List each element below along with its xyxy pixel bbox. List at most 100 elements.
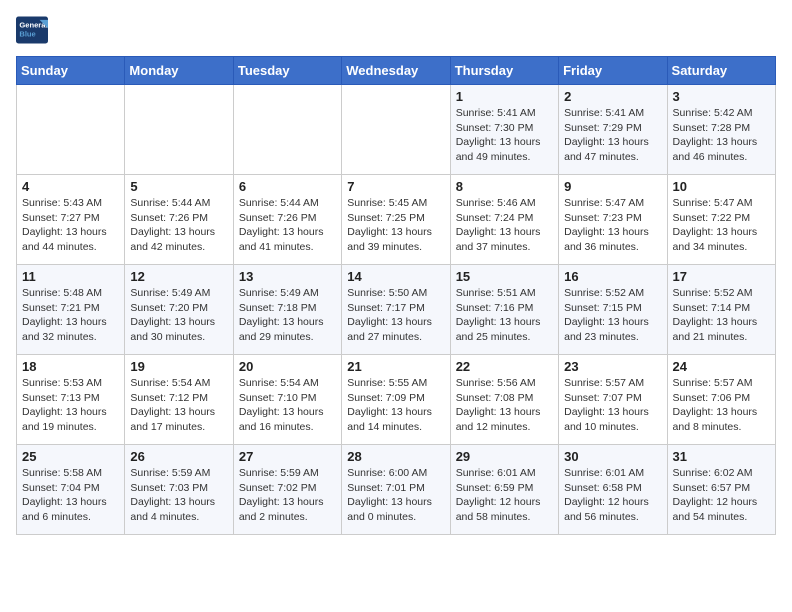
calendar-cell: 12 Sunrise: 5:49 AMSunset: 7:20 PMDayligh… (125, 265, 233, 355)
day-number: 14 (347, 269, 444, 284)
calendar-cell: 13Sunrise: 5:49 AMSunset: 7:18 PMDayligh… (233, 265, 341, 355)
calendar-cell: 6 Sunrise: 5:44 AMSunset: 7:26 PMDaylight… (233, 175, 341, 265)
day-info: Sunrise: 5:47 AMSunset: 7:22 PMDaylight:… (673, 196, 770, 255)
calendar-cell: 22 Sunrise: 5:56 AMSunset: 7:08 PMDayligh… (450, 355, 558, 445)
day-info: Sunrise: 5:46 AMSunset: 7:24 PMDaylight:… (456, 196, 553, 255)
weekday-header: Friday (559, 57, 667, 85)
day-info: Sunrise: 5:44 AMSunset: 7:26 PMDaylight:… (130, 196, 227, 255)
day-info: Sunrise: 5:41 AMSunset: 7:30 PMDaylight:… (456, 106, 553, 165)
day-number: 31 (673, 449, 770, 464)
day-info: Sunrise: 5:55 AMSunset: 7:09 PMDaylight:… (347, 376, 444, 435)
day-number: 13 (239, 269, 336, 284)
calendar-cell (125, 85, 233, 175)
day-info: Sunrise: 5:54 AMSunset: 7:12 PMDaylight:… (130, 376, 227, 435)
day-info: Sunrise: 5:57 AMSunset: 7:06 PMDaylight:… (673, 376, 770, 435)
day-info: Sunrise: 5:56 AMSunset: 7:08 PMDaylight:… (456, 376, 553, 435)
day-number: 29 (456, 449, 553, 464)
calendar-header: SundayMondayTuesdayWednesdayThursdayFrid… (17, 57, 776, 85)
day-info: Sunrise: 5:44 AMSunset: 7:26 PMDaylight:… (239, 196, 336, 255)
day-number: 8 (456, 179, 553, 194)
day-number: 4 (22, 179, 119, 194)
day-info: Sunrise: 5:48 AMSunset: 7:21 PMDaylight:… (22, 286, 119, 345)
calendar-week-row: 1 Sunrise: 5:41 AMSunset: 7:30 PMDaylight… (17, 85, 776, 175)
weekday-header: Saturday (667, 57, 775, 85)
calendar-body: 1 Sunrise: 5:41 AMSunset: 7:30 PMDaylight… (17, 85, 776, 535)
calendar-cell: 18 Sunrise: 5:53 AMSunset: 7:13 PMDayligh… (17, 355, 125, 445)
day-info: Sunrise: 5:42 AMSunset: 7:28 PMDaylight:… (673, 106, 770, 165)
calendar-cell: 17 Sunrise: 5:52 AMSunset: 7:14 PMDayligh… (667, 265, 775, 355)
day-number: 17 (673, 269, 770, 284)
day-info: Sunrise: 5:58 AMSunset: 7:04 PMDaylight:… (22, 466, 119, 525)
day-info: Sunrise: 5:59 AMSunset: 7:02 PMDaylight:… (239, 466, 336, 525)
calendar-cell: 14 Sunrise: 5:50 AMSunset: 7:17 PMDayligh… (342, 265, 450, 355)
calendar-week-row: 18 Sunrise: 5:53 AMSunset: 7:13 PMDayligh… (17, 355, 776, 445)
calendar-cell: 21 Sunrise: 5:55 AMSunset: 7:09 PMDayligh… (342, 355, 450, 445)
day-number: 12 (130, 269, 227, 284)
calendar-cell: 24 Sunrise: 5:57 AMSunset: 7:06 PMDayligh… (667, 355, 775, 445)
calendar-cell: 1 Sunrise: 5:41 AMSunset: 7:30 PMDaylight… (450, 85, 558, 175)
calendar-cell: 28Sunrise: 6:00 AMSunset: 7:01 PMDayligh… (342, 445, 450, 535)
day-number: 15 (456, 269, 553, 284)
day-number: 27 (239, 449, 336, 464)
day-info: Sunrise: 5:57 AMSunset: 7:07 PMDaylight:… (564, 376, 661, 435)
day-info: Sunrise: 5:52 AMSunset: 7:14 PMDaylight:… (673, 286, 770, 345)
calendar-cell: 4 Sunrise: 5:43 AMSunset: 7:27 PMDaylight… (17, 175, 125, 265)
calendar-table: SundayMondayTuesdayWednesdayThursdayFrid… (16, 56, 776, 535)
day-number: 11 (22, 269, 119, 284)
day-info: Sunrise: 6:02 AMSunset: 6:57 PMDaylight:… (673, 466, 770, 525)
logo: General Blue (16, 16, 48, 44)
day-info: Sunrise: 5:51 AMSunset: 7:16 PMDaylight:… (456, 286, 553, 345)
calendar-cell: 29Sunrise: 6:01 AMSunset: 6:59 PMDayligh… (450, 445, 558, 535)
day-info: Sunrise: 5:50 AMSunset: 7:17 PMDaylight:… (347, 286, 444, 345)
day-number: 30 (564, 449, 661, 464)
day-number: 16 (564, 269, 661, 284)
weekday-header: Thursday (450, 57, 558, 85)
day-info: Sunrise: 5:45 AMSunset: 7:25 PMDaylight:… (347, 196, 444, 255)
weekday-header: Sunday (17, 57, 125, 85)
svg-text:Blue: Blue (19, 30, 35, 39)
calendar-cell: 26 Sunrise: 5:59 AMSunset: 7:03 PMDayligh… (125, 445, 233, 535)
calendar-cell: 15 Sunrise: 5:51 AMSunset: 7:16 PMDayligh… (450, 265, 558, 355)
weekday-header: Tuesday (233, 57, 341, 85)
day-number: 7 (347, 179, 444, 194)
day-info: Sunrise: 5:41 AMSunset: 7:29 PMDaylight:… (564, 106, 661, 165)
day-number: 10 (673, 179, 770, 194)
calendar-cell: 5 Sunrise: 5:44 AMSunset: 7:26 PMDaylight… (125, 175, 233, 265)
day-number: 23 (564, 359, 661, 374)
calendar-week-row: 25Sunrise: 5:58 AMSunset: 7:04 PMDayligh… (17, 445, 776, 535)
day-number: 26 (130, 449, 227, 464)
day-number: 9 (564, 179, 661, 194)
calendar-cell (342, 85, 450, 175)
day-number: 6 (239, 179, 336, 194)
calendar-cell: 16Sunrise: 5:52 AMSunset: 7:15 PMDayligh… (559, 265, 667, 355)
calendar-cell: 3Sunrise: 5:42 AMSunset: 7:28 PMDaylight… (667, 85, 775, 175)
weekday-header: Wednesday (342, 57, 450, 85)
calendar-cell: 2Sunrise: 5:41 AMSunset: 7:29 PMDaylight… (559, 85, 667, 175)
day-info: Sunrise: 6:00 AMSunset: 7:01 PMDaylight:… (347, 466, 444, 525)
day-number: 24 (673, 359, 770, 374)
calendar-cell: 23 Sunrise: 5:57 AMSunset: 7:07 PMDayligh… (559, 355, 667, 445)
calendar-cell: 9 Sunrise: 5:47 AMSunset: 7:23 PMDaylight… (559, 175, 667, 265)
day-info: Sunrise: 5:43 AMSunset: 7:27 PMDaylight:… (22, 196, 119, 255)
day-info: Sunrise: 5:49 AMSunset: 7:20 PMDaylight:… (130, 286, 227, 345)
calendar-cell: 20 Sunrise: 5:54 AMSunset: 7:10 PMDayligh… (233, 355, 341, 445)
day-info: Sunrise: 5:59 AMSunset: 7:03 PMDaylight:… (130, 466, 227, 525)
day-info: Sunrise: 5:53 AMSunset: 7:13 PMDaylight:… (22, 376, 119, 435)
calendar-cell: 19 Sunrise: 5:54 AMSunset: 7:12 PMDayligh… (125, 355, 233, 445)
calendar-cell: 25Sunrise: 5:58 AMSunset: 7:04 PMDayligh… (17, 445, 125, 535)
day-info: Sunrise: 5:47 AMSunset: 7:23 PMDaylight:… (564, 196, 661, 255)
day-info: Sunrise: 5:54 AMSunset: 7:10 PMDaylight:… (239, 376, 336, 435)
day-number: 20 (239, 359, 336, 374)
calendar-cell: 30Sunrise: 6:01 AMSunset: 6:58 PMDayligh… (559, 445, 667, 535)
day-number: 22 (456, 359, 553, 374)
calendar-cell (17, 85, 125, 175)
day-number: 19 (130, 359, 227, 374)
day-number: 5 (130, 179, 227, 194)
calendar-cell: 10 Sunrise: 5:47 AMSunset: 7:22 PMDayligh… (667, 175, 775, 265)
page-header: General Blue (16, 16, 776, 44)
calendar-cell: 8 Sunrise: 5:46 AMSunset: 7:24 PMDaylight… (450, 175, 558, 265)
day-number: 1 (456, 89, 553, 104)
day-number: 21 (347, 359, 444, 374)
logo-icon: General Blue (16, 16, 48, 44)
day-number: 18 (22, 359, 119, 374)
